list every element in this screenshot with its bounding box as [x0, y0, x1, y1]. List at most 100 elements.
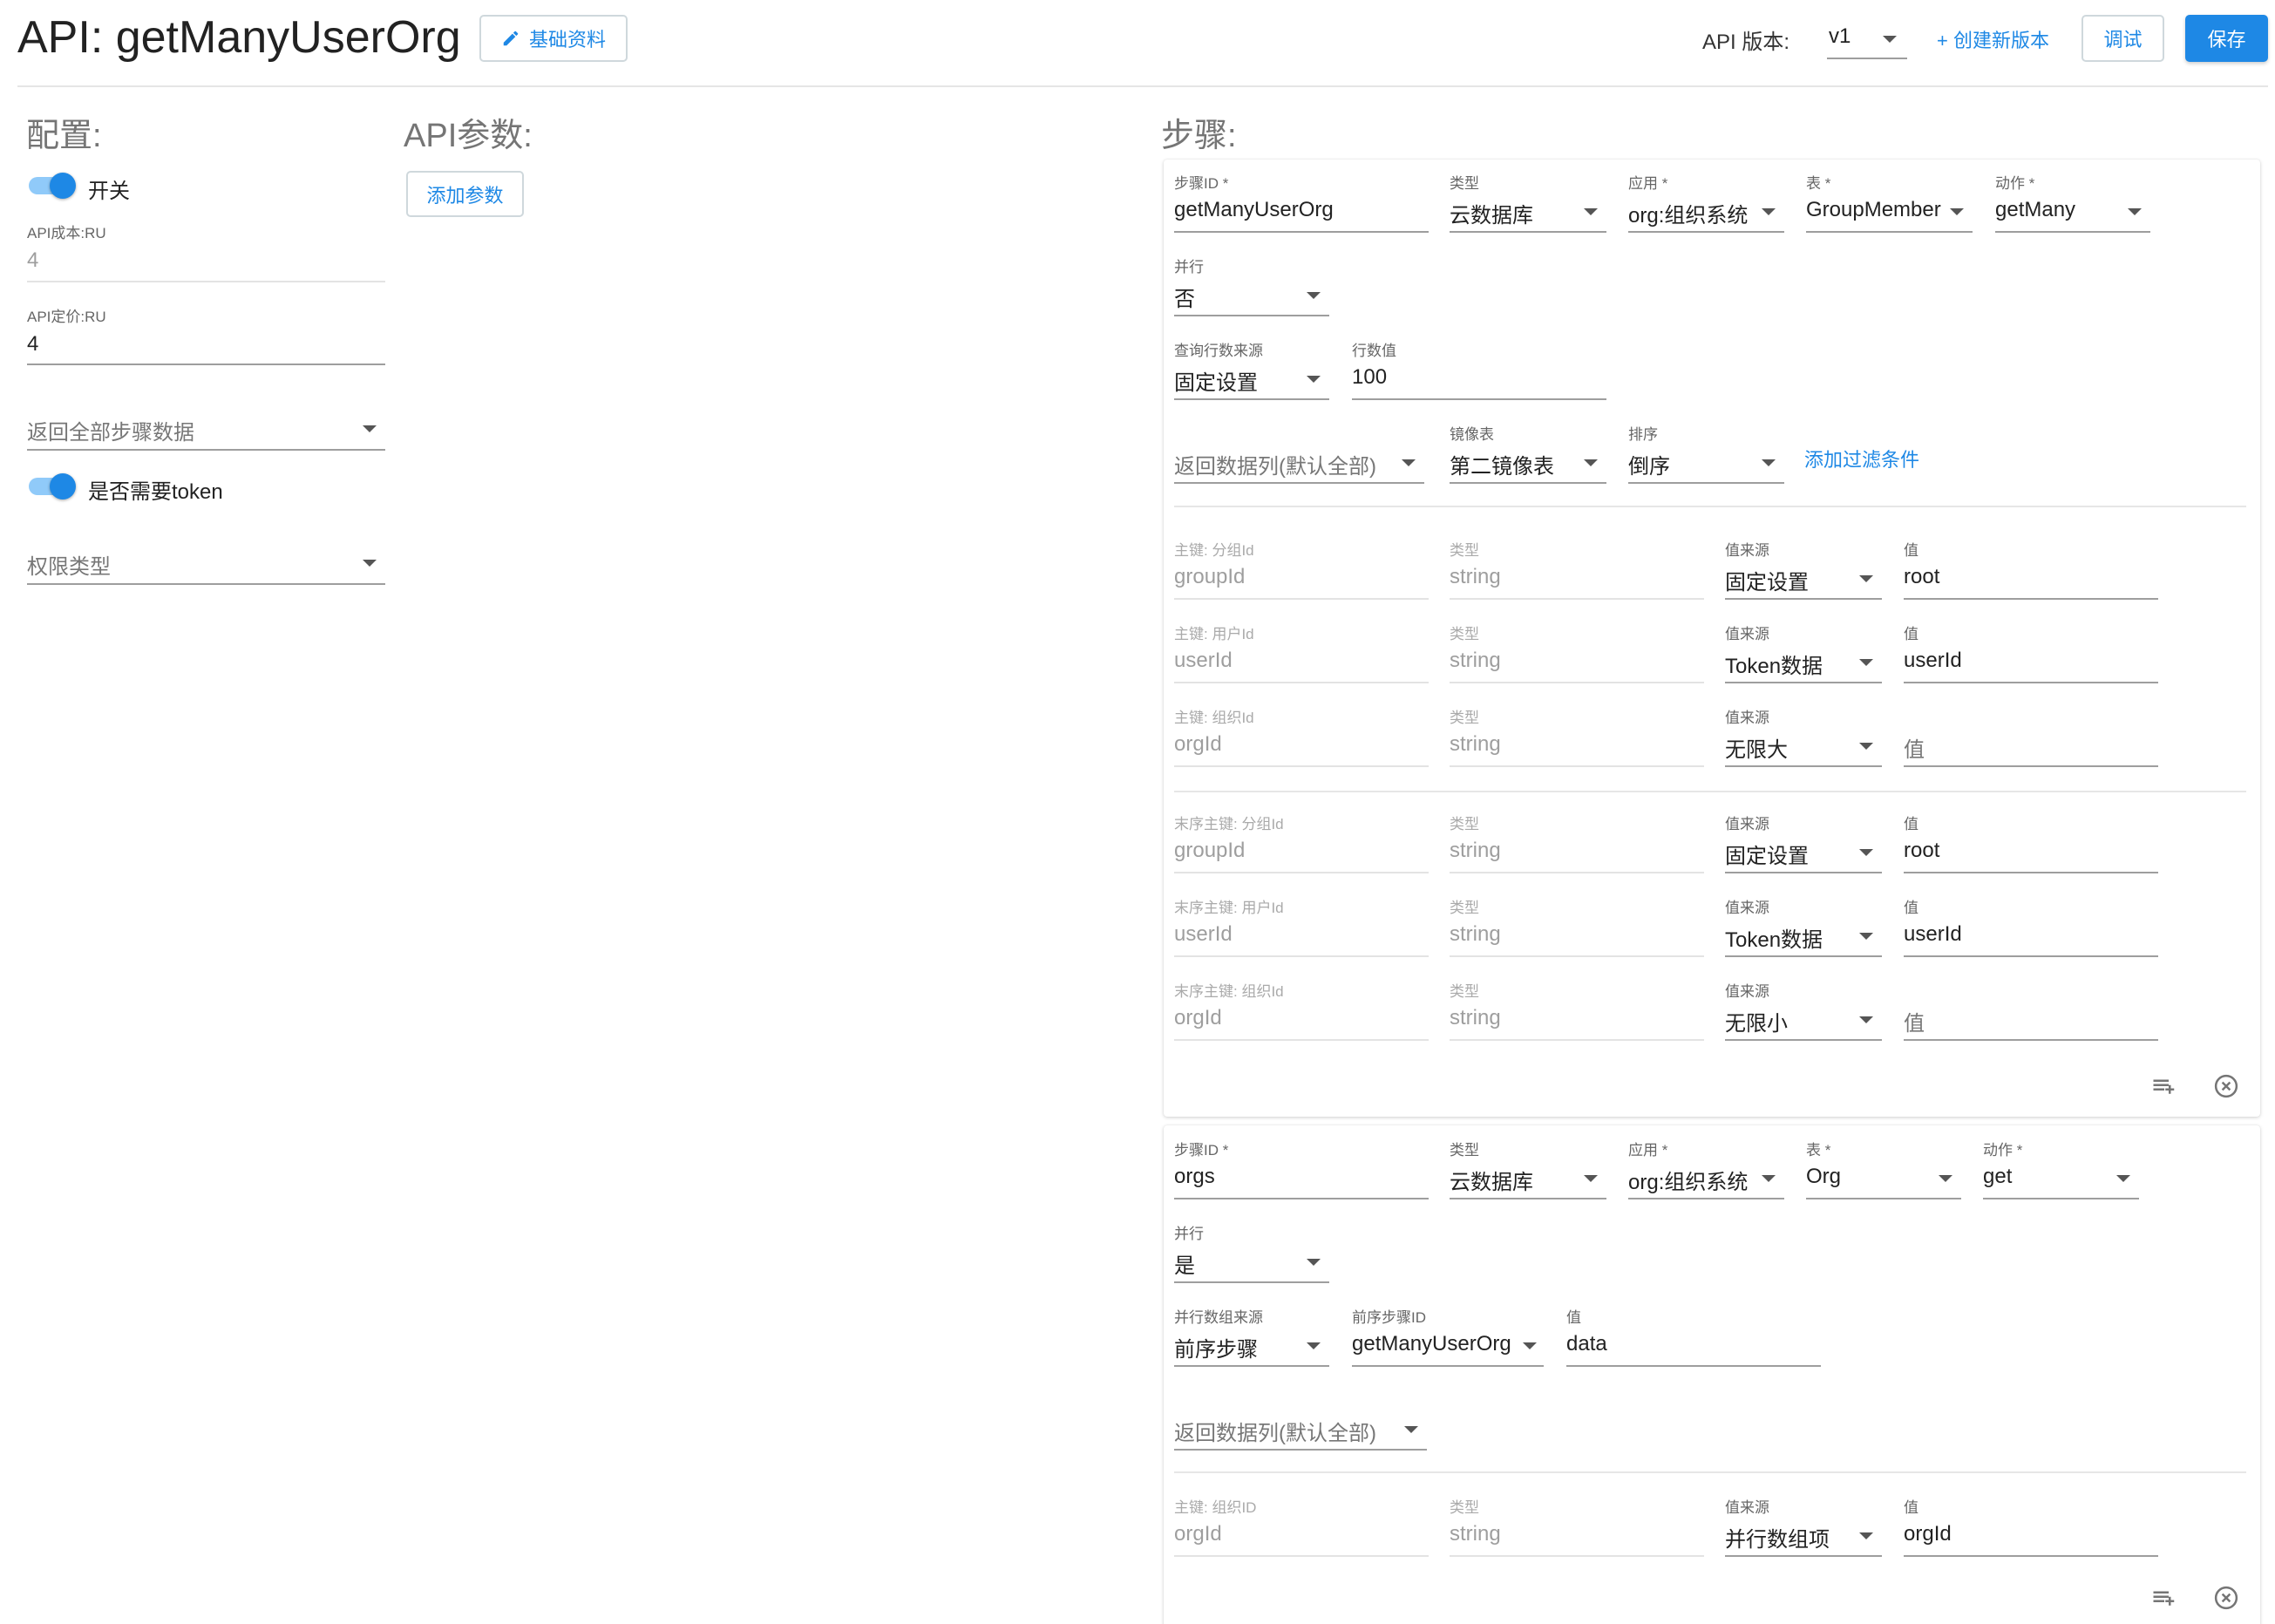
value-source-label: 值来源	[1725, 710, 1769, 726]
value-input[interactable]: userId	[1904, 642, 2158, 684]
chevron-down-icon	[1402, 459, 1416, 466]
table-value: Org	[1806, 1165, 1842, 1188]
save-button[interactable]: 保存	[2185, 15, 2268, 62]
key-field: orgId	[1174, 1000, 1429, 1042]
params-title: API参数:	[404, 118, 533, 154]
mirror-select[interactable]: 第二镜像表	[1450, 443, 1606, 485]
parallel-value: 是	[1174, 1254, 1195, 1278]
action-select[interactable]: getMany	[1995, 192, 2150, 234]
value-source-value: 固定设置	[1725, 845, 1809, 868]
value-source-label: 值来源	[1725, 626, 1769, 642]
rows-source-value: 固定设置	[1174, 371, 1258, 395]
mirror-label: 镜像表	[1450, 426, 1494, 443]
parallel-label: 并行	[1174, 1226, 1204, 1242]
table-select[interactable]: Org	[1806, 1159, 1961, 1200]
step-id-input[interactable]: orgs	[1174, 1159, 1429, 1200]
chevron-down-icon	[1404, 1426, 1418, 1433]
key-value: userId	[1174, 649, 1233, 672]
action-select[interactable]: get	[1983, 1159, 2139, 1200]
value-text: 值	[1904, 1012, 1925, 1036]
sort-select[interactable]: 倒序	[1628, 443, 1784, 485]
value-source-select[interactable]: 无限小	[1725, 1000, 1882, 1042]
chevron-down-icon	[1307, 292, 1321, 299]
key-field: userId	[1174, 916, 1429, 958]
add-row-icon[interactable]	[2149, 1071, 2179, 1101]
value-label: 值	[1904, 542, 1918, 559]
value-text: orgId	[1904, 1522, 1952, 1546]
type-value: 云数据库	[1450, 1171, 1533, 1194]
chevron-down-icon	[1859, 1016, 1873, 1023]
debug-label: 调试	[2103, 29, 2143, 51]
value-value: data	[1566, 1332, 1607, 1356]
type-select[interactable]: 云数据库	[1450, 192, 1606, 234]
key-type-field: string	[1450, 559, 1704, 601]
add-filter-link[interactable]: 添加过滤条件	[1804, 445, 1919, 472]
key-type-value: string	[1450, 1006, 1501, 1029]
table-label: 表 *	[1806, 1142, 1831, 1159]
value-source-label: 值来源	[1725, 983, 1769, 1000]
value-input[interactable]: userId	[1904, 916, 2158, 958]
key-type-field: string	[1450, 1000, 1704, 1042]
basic-info-button[interactable]: 基础资料	[479, 15, 628, 62]
step-id-input[interactable]: getManyUserOrg	[1174, 192, 1429, 234]
value-source-value: Token数据	[1725, 928, 1823, 952]
version-select[interactable]: v1	[1827, 16, 1907, 61]
key-type-label: 类型	[1450, 1499, 1479, 1516]
value-source-select[interactable]: 无限大	[1725, 726, 1882, 768]
chevron-down-icon	[1584, 208, 1598, 215]
app-label: 应用 *	[1628, 175, 1668, 192]
create-version-link[interactable]: + 创建新版本	[1937, 25, 2049, 53]
step-id-value: orgs	[1174, 1165, 1215, 1188]
value-source-select[interactable]: Token数据	[1725, 642, 1882, 684]
value-input[interactable]: data	[1566, 1326, 1821, 1368]
value-input[interactable]: 值	[1904, 1000, 2158, 1042]
array-source-select[interactable]: 前序步骤	[1174, 1326, 1329, 1368]
value-input[interactable]: root	[1904, 559, 2158, 601]
parallel-select[interactable]: 否	[1174, 275, 1329, 317]
value-input[interactable]: root	[1904, 832, 2158, 874]
return-cols-select[interactable]: 返回数据列(默认全部)	[1174, 443, 1424, 485]
prev-step-select[interactable]: getManyUserOrg	[1352, 1326, 1544, 1368]
key-field: userId	[1174, 642, 1429, 684]
add-param-button[interactable]: 添加参数	[406, 171, 524, 217]
return-all-select[interactable]: 返回全部步骤数据	[27, 410, 385, 452]
value-source-select[interactable]: 固定设置	[1725, 559, 1882, 601]
chevron-down-icon	[2128, 208, 2142, 215]
key-label: 主键: 组织ID	[1174, 1499, 1257, 1516]
key-type-label: 类型	[1450, 983, 1479, 1000]
rows-source-select[interactable]: 固定设置	[1174, 359, 1329, 401]
app-select[interactable]: org:组织系统	[1628, 1159, 1784, 1200]
step-id-value: getManyUserOrg	[1174, 198, 1334, 221]
table-select[interactable]: GroupMember	[1806, 192, 1973, 234]
value-label: 值	[1904, 816, 1918, 832]
close-circle-icon[interactable]	[2211, 1071, 2241, 1101]
return-cols-placeholder: 返回数据列(默认全部)	[1174, 455, 1376, 479]
chevron-down-icon	[1859, 1532, 1873, 1539]
app-select[interactable]: org:组织系统	[1628, 192, 1784, 234]
key-label: 末序主键: 组织Id	[1174, 983, 1284, 1000]
value-source-select[interactable]: Token数据	[1725, 916, 1882, 958]
price-input[interactable]: 4	[27, 326, 385, 366]
array-source-label: 并行数组来源	[1174, 1309, 1263, 1326]
value-source-select[interactable]: 固定设置	[1725, 832, 1882, 874]
value-source-select[interactable]: 并行数组项	[1725, 1516, 1882, 1558]
parallel-label: 并行	[1174, 259, 1204, 275]
key-value: userId	[1174, 922, 1233, 946]
table-label: 表 *	[1806, 175, 1831, 192]
chevron-down-icon	[1859, 659, 1873, 666]
token-toggle[interactable]	[27, 472, 76, 499]
add-row-icon[interactable]	[2149, 1583, 2179, 1613]
parallel-select[interactable]: 是	[1174, 1242, 1329, 1284]
rows-value-input[interactable]: 100	[1352, 359, 1606, 401]
close-circle-icon[interactable]	[2211, 1583, 2241, 1613]
return-cols-select[interactable]: 返回数据列(默认全部)	[1174, 1410, 1427, 1451]
value-input[interactable]: orgId	[1904, 1516, 2158, 1558]
chevron-down-icon	[1762, 1175, 1776, 1182]
debug-button[interactable]: 调试	[2081, 15, 2164, 62]
permission-select[interactable]: 权限类型	[27, 545, 385, 587]
value-input[interactable]: 值	[1904, 726, 2158, 768]
value-source-value: Token数据	[1725, 655, 1823, 678]
add-param-label: 添加参数	[426, 184, 504, 207]
type-select[interactable]: 云数据库	[1450, 1159, 1606, 1200]
switch-toggle[interactable]	[27, 171, 76, 199]
